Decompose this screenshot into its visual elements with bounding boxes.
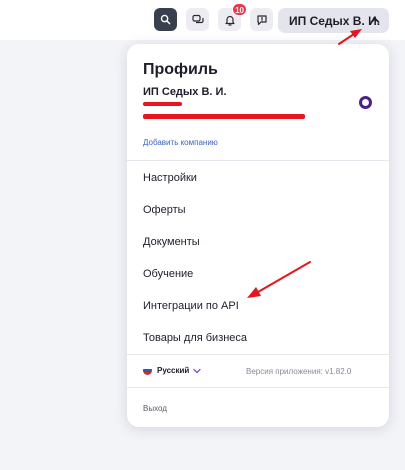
arrow-to-profile-button: [338, 29, 362, 45]
arrow-to-api-integrations: [247, 261, 311, 298]
annotation-arrows: [247, 29, 362, 298]
